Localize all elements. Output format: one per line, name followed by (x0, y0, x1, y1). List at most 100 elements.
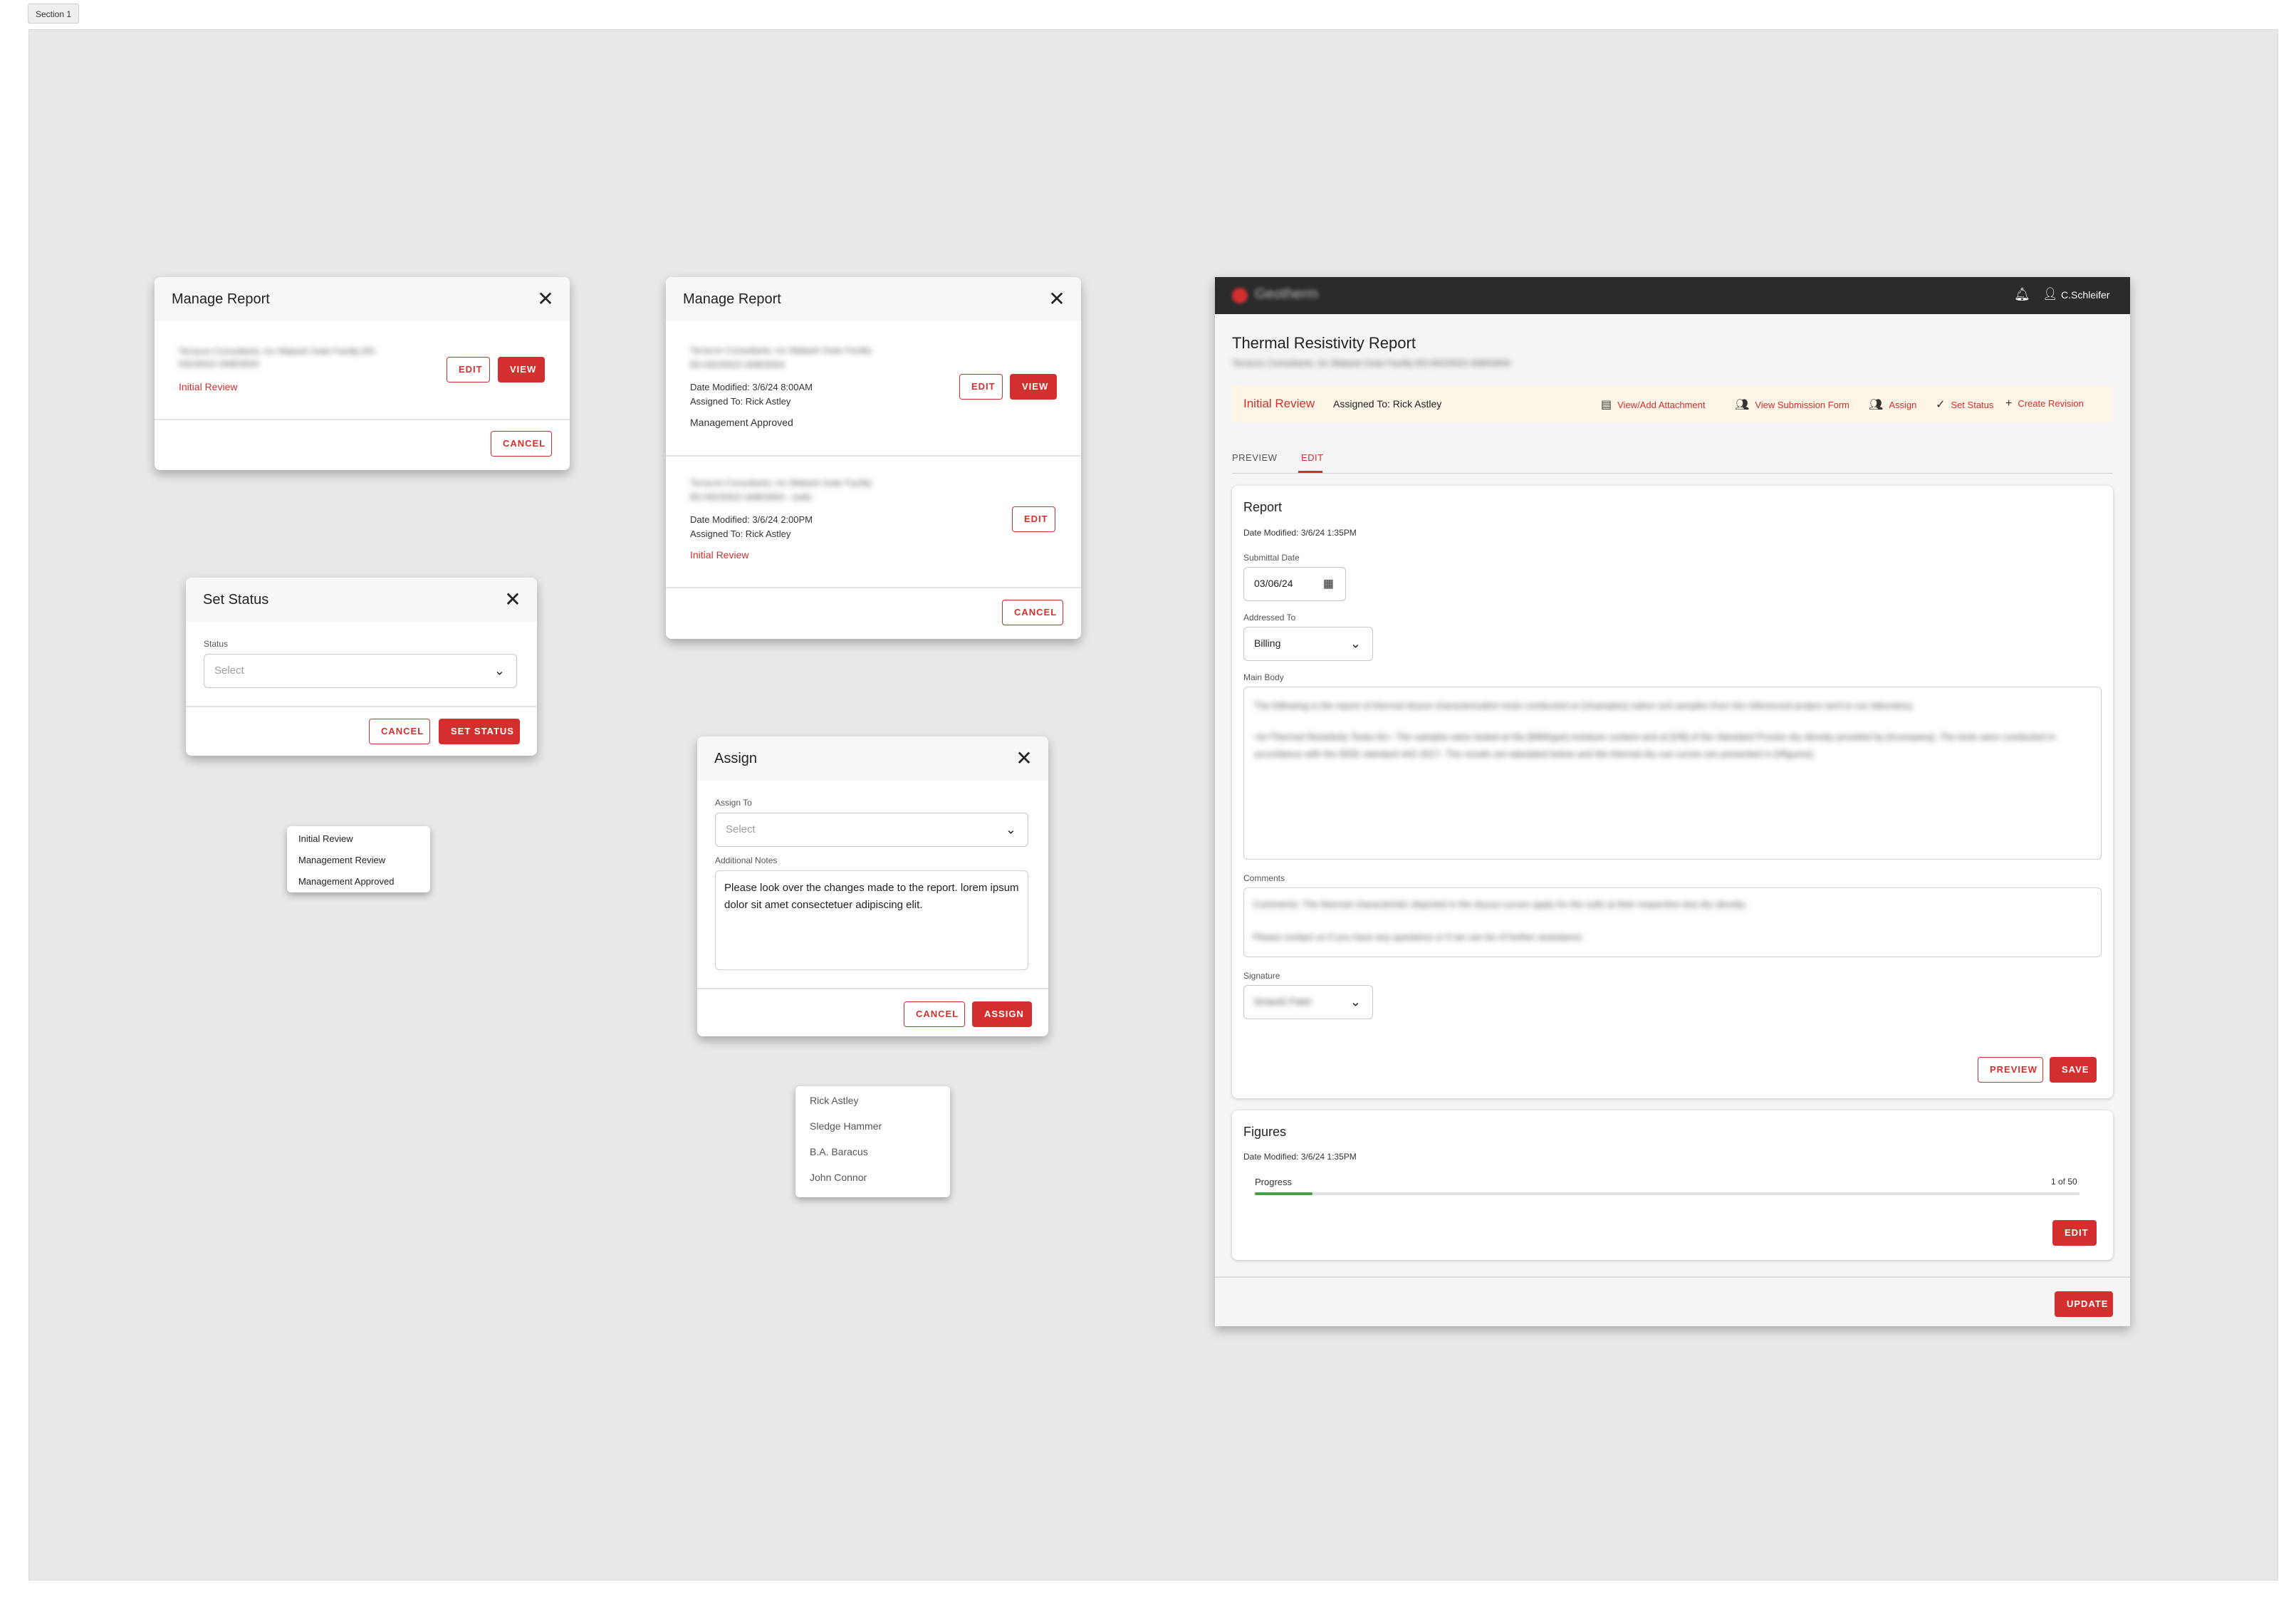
manage-report-dialog-2: Manage Report ✕ Terracon Consultants, In… (666, 277, 1081, 639)
update-button[interactable]: UPDATE (2055, 1291, 2113, 1317)
assigned-to: Assigned To: Rick Astley (690, 528, 791, 539)
check-icon: ✓ (1936, 399, 1946, 411)
date-modified: Date Modified: 3/6/24 8:00AM (690, 382, 813, 392)
brand-logo-icon (1232, 288, 1248, 303)
report-name: Terracon Consultants, Inc Wabash Solar F… (690, 345, 872, 355)
addressed-to-select[interactable]: Billing ⌄ (1243, 627, 1373, 661)
report-id: BS-NSO0022-3AB03004 - (edit) (690, 492, 812, 502)
close-icon[interactable]: ✕ (503, 590, 523, 610)
date-modified: Date Modified: 3/6/24 2:00PM (690, 514, 813, 525)
dialog-header: Manage Report ✕ (666, 277, 1081, 321)
signature-value: Nnaedi Patel (1254, 996, 1312, 1007)
comments-textarea[interactable]: Comments: The thermal characteristic dep… (1243, 887, 2102, 957)
edit-button[interactable]: EDIT (959, 374, 1003, 400)
view-button[interactable]: VIEW (1010, 374, 1057, 400)
report-status: Initial Review (179, 381, 238, 392)
set-status-dialog: Set Status ✕ Status Select ⌄ CANCEL SET … (186, 578, 537, 756)
user-icon[interactable]: 👤︎ (2042, 287, 2058, 301)
cancel-button[interactable]: CANCEL (1002, 600, 1063, 625)
close-icon[interactable]: ✕ (536, 289, 555, 309)
addressed-to-value: Billing (1254, 637, 1281, 649)
comments-paragraph-2: Please contact us if you have any questi… (1253, 932, 1585, 942)
assign-button[interactable]: ASSIGN (972, 1001, 1032, 1027)
view-submission-form-action[interactable]: 👥︎ View Submission Form (1735, 397, 1849, 412)
assign-action[interactable]: 👥︎ Assign (1869, 397, 1916, 412)
assignee-options-menu: Rick Astley Sledge Hammer B.A. Baracus J… (795, 1086, 950, 1197)
save-button[interactable]: SAVE (2050, 1057, 2097, 1083)
notes-textarea[interactable]: Please look over the changes made to the… (715, 870, 1028, 970)
user-name[interactable]: C.Schleifer (2061, 289, 2109, 301)
report-status: Initial Review (690, 549, 749, 561)
progress-label: Progress (1255, 1177, 1293, 1187)
date-modified: Date Modified: 3/6/24 1:35PM (1243, 528, 1357, 538)
calendar-icon[interactable]: ▦ (1323, 568, 1334, 600)
cancel-button[interactable]: CANCEL (491, 431, 552, 457)
edit-button[interactable]: EDIT (447, 357, 490, 382)
create-revision-action[interactable]: + Create Revision (2005, 397, 2084, 410)
set-status-action[interactable]: ✓ Set Status (1936, 397, 1993, 412)
report-panel: Report Date Modified: 3/6/24 1:35PM Subm… (1232, 486, 2113, 1098)
status-options-menu: Initial Review Management Review Managem… (287, 826, 430, 892)
menu-item-initial-review[interactable]: Initial Review (298, 833, 353, 844)
cancel-button[interactable]: CANCEL (904, 1001, 965, 1027)
dialog-title: Manage Report (172, 291, 270, 307)
divider (666, 455, 1081, 457)
group-icon: 👥︎ (1735, 399, 1750, 411)
menu-item-john-connor[interactable]: John Connor (810, 1172, 867, 1183)
action-label: Set Status (1951, 400, 1994, 410)
chevron-down-icon: ⌄ (494, 663, 505, 678)
menu-item-management-approved[interactable]: Management Approved (298, 876, 394, 887)
action-label: View Submission Form (1755, 400, 1850, 410)
figures-panel: Figures Date Modified: 3/6/24 1:35PM Pro… (1232, 1110, 2113, 1260)
chevron-down-icon: ⌄ (1005, 822, 1016, 837)
manage-report-dialog-1: Manage Report ✕ Terracon Consultants, In… (155, 277, 570, 470)
preview-button[interactable]: PREVIEW (1978, 1057, 2043, 1083)
notes-label: Additional Notes (715, 855, 778, 865)
close-icon[interactable]: ✕ (1014, 749, 1034, 769)
assign-to-select[interactable]: Select ⌄ (715, 813, 1028, 847)
page-title: Thermal Resistivity Report (1232, 334, 1416, 352)
report-heading: Report (1243, 500, 1283, 514)
bell-icon[interactable]: 🔔︎ (2014, 287, 2030, 302)
report-name: Terracon Consultants, Inc Wabash Solar F… (690, 478, 872, 488)
comments-paragraph-1: Comments: The thermal characteristic dep… (1253, 899, 1747, 910)
signature-select[interactable]: Nnaedi Patel ⌄ (1243, 985, 1373, 1019)
divider (697, 988, 1048, 989)
close-icon[interactable]: ✕ (1047, 289, 1067, 309)
dialog-title: Manage Report (683, 291, 781, 307)
chevron-down-icon: ⌄ (1350, 994, 1361, 1009)
submittal-date-value: 03/06/24 (1254, 578, 1293, 589)
main-body-paragraph-1: The following is the report of thermal d… (1254, 700, 1914, 711)
submittal-date-input[interactable]: 03/06/24 ▦ (1243, 567, 1346, 601)
view-attachment-action[interactable]: ▤ View/Add Attachment (1601, 397, 1705, 412)
menu-item-sledge-hammer[interactable]: Sledge Hammer (810, 1120, 882, 1132)
status-select[interactable]: Select ⌄ (204, 654, 517, 688)
footer-divider (1215, 1276, 2130, 1278)
tab-edit[interactable]: EDIT (1301, 452, 1324, 463)
assigned-to: Assigned To: Rick Astley (1333, 398, 1442, 410)
report-id: BS-NSO0022-3AB03004 (690, 360, 785, 370)
brand-name: Geotherm (1255, 286, 1318, 302)
tabs-divider (1232, 473, 2113, 474)
menu-item-rick-astley[interactable]: Rick Astley (810, 1095, 858, 1106)
view-button[interactable]: VIEW (498, 357, 545, 382)
edit-button[interactable]: EDIT (1012, 506, 1055, 532)
report-status: Management Approved (690, 417, 793, 428)
divider (666, 587, 1081, 588)
edit-figures-button[interactable]: EDIT (2052, 1220, 2097, 1246)
dialog-header: Assign ✕ (697, 736, 1048, 781)
action-label: View/Add Attachment (1617, 400, 1706, 410)
dialog-title: Set Status (203, 592, 269, 608)
submittal-date-label: Submittal Date (1243, 553, 1300, 563)
section-tag: Section 1 (28, 4, 80, 24)
tab-preview[interactable]: PREVIEW (1232, 452, 1277, 463)
menu-item-management-review[interactable]: Management Review (298, 855, 385, 865)
status-text: Initial Review (1243, 397, 1315, 410)
divider (186, 706, 537, 707)
cancel-button[interactable]: CANCEL (369, 719, 430, 744)
main-body-textarea[interactable]: The following is the report of thermal d… (1243, 687, 2102, 860)
assign-dialog: Assign ✕ Assign To Select ⌄ Additional N… (697, 736, 1048, 1036)
main-body-label: Main Body (1243, 672, 1284, 682)
set-status-button[interactable]: SET STATUS (439, 719, 520, 744)
menu-item-ba-baracus[interactable]: B.A. Baracus (810, 1146, 868, 1157)
